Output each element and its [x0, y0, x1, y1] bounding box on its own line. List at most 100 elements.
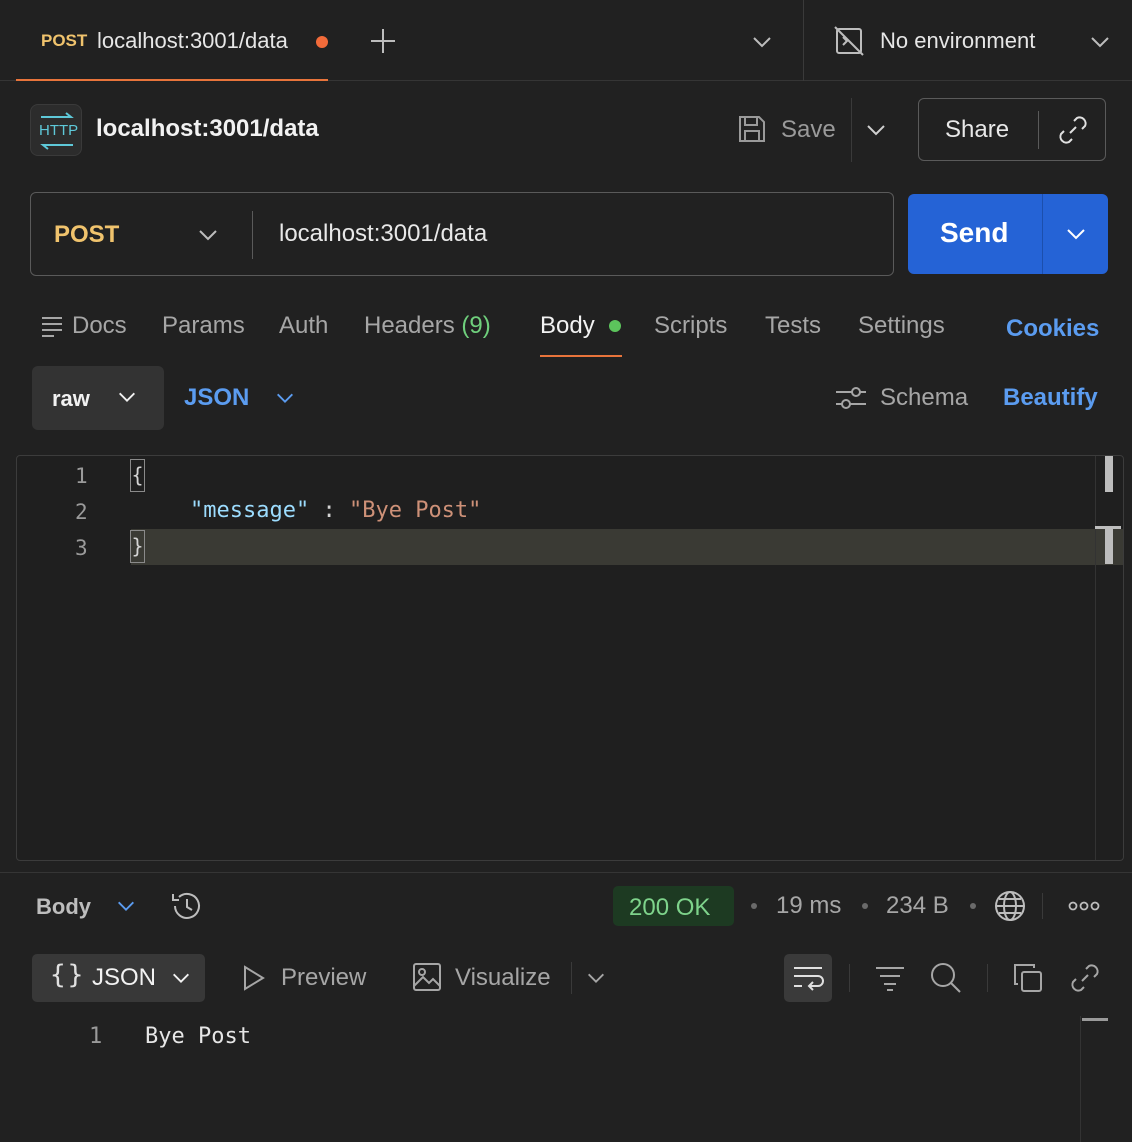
- share-button[interactable]: Share: [918, 98, 1106, 161]
- headers-count: (9): [461, 312, 491, 339]
- tab-params[interactable]: Params: [162, 312, 245, 340]
- divider: [0, 872, 1132, 873]
- wrap-lines-icon: [794, 967, 824, 991]
- body-format-select[interactable]: JSON: [184, 384, 249, 412]
- send-button[interactable]: Send: [908, 194, 1108, 274]
- response-view-select[interactable]: Body: [36, 894, 91, 920]
- environment-chevron-down-icon[interactable]: [1088, 30, 1112, 54]
- copy-icon[interactable]: [1012, 962, 1044, 994]
- new-tab-plus-icon[interactable]: [368, 26, 398, 56]
- divider: [849, 964, 850, 992]
- close-brace: }: [130, 530, 145, 563]
- beautify-button[interactable]: Beautify: [1003, 384, 1098, 412]
- active-tab-underline: [540, 355, 622, 357]
- method-select[interactable]: POST: [54, 221, 119, 249]
- environment-selector[interactable]: No environment: [880, 28, 1035, 54]
- divider: [851, 98, 852, 162]
- visualize-button[interactable]: Visualize: [455, 964, 551, 992]
- tab-docs[interactable]: Docs: [72, 312, 127, 340]
- save-options-chevron-down-icon[interactable]: [864, 118, 888, 142]
- tab-body[interactable]: Body: [540, 312, 595, 340]
- format-chevron-down-icon[interactable]: [274, 387, 296, 409]
- response-body-text: Bye Post: [145, 1024, 251, 1049]
- cursor-line-marker: [1105, 528, 1113, 564]
- visualize-chevron-down-icon[interactable]: [585, 967, 607, 989]
- send-options-chevron-down-icon[interactable]: [1064, 222, 1088, 246]
- divider: [1042, 194, 1043, 274]
- unsaved-dot: [316, 36, 328, 48]
- preview-button[interactable]: Preview: [281, 964, 366, 992]
- braces-icon: {}: [50, 960, 86, 990]
- divider: [803, 0, 804, 81]
- history-icon[interactable]: [170, 889, 204, 923]
- line-number: 2: [75, 500, 88, 524]
- more-options-icon[interactable]: [1068, 896, 1100, 916]
- tab-url: localhost:3001/data: [97, 28, 288, 53]
- response-time[interactable]: 19 ms: [776, 892, 841, 920]
- save-button[interactable]: Save: [781, 116, 836, 144]
- divider: [1038, 111, 1039, 149]
- editor-scrollbar-track: [1095, 456, 1096, 860]
- response-link-icon[interactable]: [1068, 961, 1102, 995]
- request-title[interactable]: localhost:3001/data: [96, 115, 319, 143]
- http-badge: HTTP: [30, 104, 82, 156]
- tab-auth[interactable]: Auth: [279, 312, 328, 340]
- json-key: "message": [190, 498, 310, 523]
- mode-chevron-down-icon: [116, 386, 138, 408]
- tab-tests[interactable]: Tests: [765, 312, 821, 340]
- tab-settings[interactable]: Settings: [858, 312, 945, 340]
- line-number: 3: [75, 536, 88, 560]
- no-environment-icon: [833, 25, 865, 57]
- editor-scrollbar-thumb[interactable]: [1105, 456, 1113, 492]
- globe-icon[interactable]: [993, 889, 1027, 923]
- code-line: "message" : "Bye Post": [190, 498, 481, 523]
- filter-icon[interactable]: [874, 964, 906, 992]
- schema-sliders-icon: [834, 384, 868, 412]
- status-badge: 200 OK: [613, 886, 734, 926]
- cookies-link[interactable]: Cookies: [1006, 315, 1099, 343]
- response-format-select[interactable]: {} JSON: [32, 954, 205, 1002]
- divider: [987, 964, 988, 992]
- request-tab[interactable]: POST localhost:3001/data: [16, 0, 328, 81]
- json-colon: :: [309, 498, 349, 523]
- divider: [571, 962, 572, 994]
- url-bar: POST localhost:3001/data: [30, 192, 894, 276]
- open-brace: {: [130, 459, 145, 492]
- save-icon[interactable]: [736, 113, 768, 145]
- body-editor[interactable]: 1 2 3 { "message" : "Bye Post" }: [16, 455, 1124, 861]
- current-line-highlight: [131, 529, 1123, 565]
- response-scrollbar-thumb[interactable]: [1082, 1018, 1108, 1021]
- body-mode-select[interactable]: raw: [32, 366, 164, 430]
- method-chevron-down-icon[interactable]: [196, 223, 220, 247]
- docs-icon: [40, 314, 64, 338]
- send-label: Send: [940, 217, 1009, 248]
- tab-scripts[interactable]: Scripts: [654, 312, 727, 340]
- separator-dot: [751, 903, 757, 909]
- schema-button[interactable]: Schema: [880, 384, 968, 412]
- response-scrollbar-track: [1080, 1016, 1081, 1142]
- play-icon: [241, 964, 267, 992]
- separator-dot: [970, 903, 976, 909]
- response-format-label: JSON: [92, 964, 157, 991]
- body-mode-label: raw: [52, 386, 90, 411]
- http-badge-text: HTTP: [39, 122, 79, 139]
- response-size[interactable]: 234 B: [886, 892, 949, 920]
- url-input[interactable]: localhost:3001/data: [279, 220, 487, 248]
- divider: [1042, 893, 1043, 919]
- tab-bar: POST localhost:3001/data No environment: [0, 0, 1132, 81]
- image-icon: [412, 962, 442, 992]
- body-indicator-dot: [609, 320, 621, 332]
- tabs-chevron-down-icon[interactable]: [750, 30, 774, 54]
- json-value: "Bye Post": [348, 498, 482, 523]
- response-line-number: 1: [89, 1024, 103, 1049]
- status-text: 200 OK: [629, 894, 711, 921]
- search-icon[interactable]: [929, 961, 963, 995]
- tab-headers[interactable]: Headers (9): [364, 312, 491, 340]
- response-view-chevron-down-icon[interactable]: [115, 895, 137, 917]
- tab-headers-label: Headers: [364, 312, 455, 339]
- word-wrap-button[interactable]: [784, 954, 832, 1002]
- response-format-chevron-down-icon: [170, 967, 192, 989]
- link-icon[interactable]: [1056, 113, 1090, 147]
- divider: [252, 211, 253, 259]
- share-label: Share: [945, 116, 1010, 143]
